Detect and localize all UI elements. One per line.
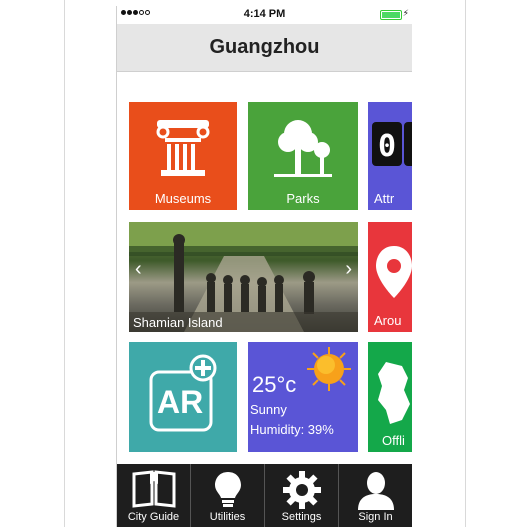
status-bar: 4:14 PM ⚡ xyxy=(117,6,412,24)
charging-icon: ⚡ xyxy=(402,8,409,18)
svg-text:0: 0 xyxy=(378,129,396,164)
tile-around[interactable]: Arou xyxy=(368,222,412,332)
tab-sign-in[interactable]: Sign In xyxy=(339,464,412,527)
tile-photo-carousel[interactable]: ‹ › Shamian Island xyxy=(129,222,358,332)
weather-humidity: Humidity: 39% xyxy=(250,422,334,437)
chevron-left-icon[interactable]: ‹ xyxy=(135,258,142,281)
tile-label: Attr xyxy=(374,191,395,206)
tile-offline[interactable]: Offli xyxy=(368,342,412,452)
weather-temperature: 25°c xyxy=(252,372,297,397)
person-icon xyxy=(357,472,394,510)
tile-weather[interactable]: 25°c Sunny Humidity: 39% xyxy=(248,342,358,452)
tree-icon xyxy=(274,120,332,177)
tab-label: Utilities xyxy=(209,511,246,523)
tab-city-guide[interactable]: City Guide xyxy=(117,464,191,527)
ar-text: AR xyxy=(157,384,204,420)
tab-label: City Guide xyxy=(127,511,180,523)
weather-condition: Sunny xyxy=(250,402,287,417)
map-pin-icon xyxy=(376,246,412,298)
flip-clock-icon: 0 xyxy=(372,122,412,166)
tab-settings[interactable]: Settings xyxy=(265,464,339,527)
tile-attractions[interactable]: 0 Attr xyxy=(368,102,412,210)
tab-label: Settings xyxy=(281,511,322,523)
tab-label: Sign In xyxy=(358,511,393,523)
chevron-right-icon[interactable]: › xyxy=(345,258,352,281)
phone-screen: 4:14 PM ⚡ Guangzhou Museums Parks 0 Attr… xyxy=(116,6,412,527)
book-icon xyxy=(132,470,175,508)
battery-icon xyxy=(380,10,402,20)
tab-utilities[interactable]: Utilities xyxy=(191,464,265,527)
tile-ar[interactable]: AR xyxy=(129,342,237,452)
title-bar: Guangzhou xyxy=(117,24,412,72)
tile-parks[interactable]: Parks xyxy=(248,102,358,210)
lightbulb-icon xyxy=(214,472,241,507)
sun-icon xyxy=(307,347,351,391)
tile-label: Museums xyxy=(154,191,212,206)
tile-museums[interactable]: Museums xyxy=(129,102,237,210)
tile-label: Parks xyxy=(286,191,320,206)
tile-label: Shamian Island xyxy=(133,315,223,330)
frame-line-right xyxy=(465,0,466,527)
frame-line-left xyxy=(64,0,65,527)
gear-icon xyxy=(282,471,321,509)
tile-grid: Museums Parks 0 Attr ‹ › Shamian Island … xyxy=(117,72,412,464)
map-region-icon xyxy=(378,362,410,424)
tile-label: Arou xyxy=(374,313,402,328)
tile-label: Offli xyxy=(382,433,405,448)
bottom-tab-bar: City Guide Utilities Settings Sign In xyxy=(117,464,412,527)
status-time: 4:14 PM xyxy=(243,8,286,20)
page-title: Guangzhou xyxy=(209,36,320,58)
museum-column-icon xyxy=(156,120,210,176)
